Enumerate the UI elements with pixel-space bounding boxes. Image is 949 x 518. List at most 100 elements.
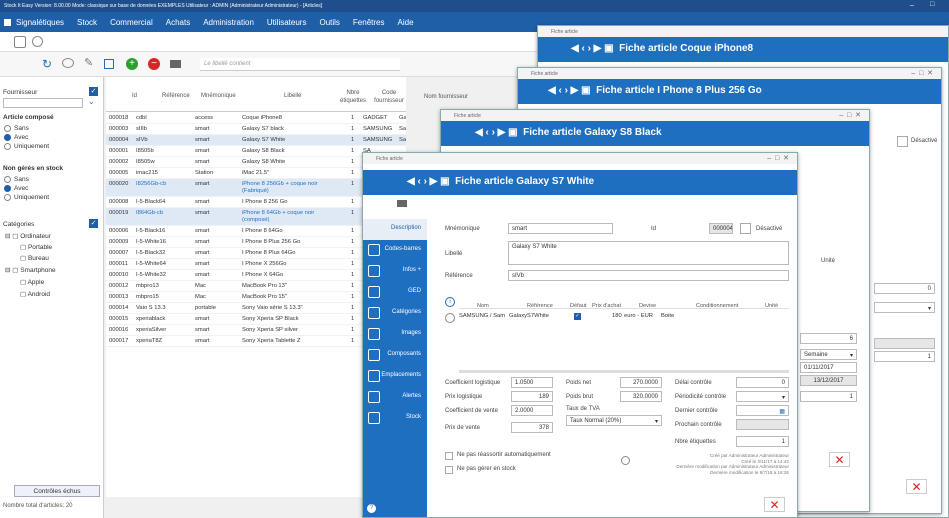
col-code-fournisseur[interactable]: Code fournisseur	[374, 89, 404, 105]
libelle-field[interactable]: Galaxy S7 White	[508, 241, 789, 265]
table-row[interactable]: 000013mbpro15MacMacBook Pro 15"1AP	[106, 292, 406, 303]
poids-brut-field[interactable]: 320.0000	[620, 391, 662, 402]
col-mnemonique[interactable]: Mnémonique	[201, 93, 236, 99]
window-controls[interactable]: – □ ✕	[767, 154, 789, 162]
stock-avec-radio[interactable]	[4, 185, 11, 192]
mnemonique-field[interactable]: smart	[508, 223, 613, 234]
col-id[interactable]: Id	[132, 93, 137, 99]
tab-infos[interactable]: Infos +	[363, 261, 427, 282]
one-field[interactable]: 1	[800, 391, 857, 402]
delete-icon[interactable]: −	[148, 58, 160, 70]
close-icon[interactable]: ✕	[764, 497, 785, 512]
duplicate-icon[interactable]	[104, 59, 114, 69]
col-libelle[interactable]: Libellé	[284, 93, 301, 99]
reassort-checkbox[interactable]	[445, 452, 453, 460]
tree-apple[interactable]: ▢ Apple	[20, 278, 44, 286]
close-icon[interactable]: ✕	[906, 479, 927, 494]
coef-log-field[interactable]: 1.0500	[511, 377, 553, 388]
desactive-checkbox[interactable]	[897, 136, 908, 147]
stock-uniquement-radio[interactable]	[4, 194, 11, 201]
desactive-checkbox[interactable]	[740, 223, 751, 234]
stock-sans-radio[interactable]	[4, 176, 11, 183]
table-row[interactable]: 000001 I8505b smart Galaxy S8 Black 1 SA	[106, 146, 406, 157]
compose-uniquement-radio[interactable]	[4, 143, 11, 150]
edit-icon[interactable]: ✎	[84, 56, 93, 69]
nbre-etiquettes-field[interactable]: 1	[736, 436, 789, 447]
tva-select[interactable]: Taux Normal (20%) ▾	[566, 415, 662, 426]
tab-images[interactable]: Images	[363, 324, 427, 345]
fournisseur-select[interactable]	[3, 98, 83, 108]
tab-alertes[interactable]: Alertes	[363, 387, 427, 408]
table-row[interactable]: 000008I-5-Black64smartI Phone 8 256 Go1A…	[106, 197, 406, 208]
window-controls[interactable]: – □ ✕	[911, 69, 933, 77]
date1-field[interactable]: 01/11/2017	[800, 362, 857, 373]
table-row[interactable]: 000003 sIIIb smart Galaxy S7 black 1 SAMSUNG S…	[106, 124, 406, 135]
table-row[interactable]: 000014 Vaio S 13.3 portable Sony Vaio série…	[106, 303, 406, 314]
menu-achats[interactable]: Achats	[166, 18, 190, 27]
col-nom-fournisseur[interactable]: Nom fournisseur	[424, 94, 468, 100]
print-icon[interactable]	[170, 60, 181, 68]
fournisseur-row[interactable]: SAMSUNG / Sam GalaxyS7White ✓ 180 euro -…	[459, 313, 789, 323]
tree-portable[interactable]: ▢ Portable	[20, 243, 52, 251]
fiche-window-galaxy-s7[interactable]: Fiche article – □ ✕ ◀ ‹ › ▶ ▣ Fiche arti…	[362, 152, 798, 518]
coef-vente-field[interactable]: 2.0000	[511, 405, 553, 416]
defaut-checkbox[interactable]: ✓	[574, 313, 581, 320]
table-row[interactable]: 000007 I-5-Black32 smart I Phone 8 Plus 64G…	[106, 248, 406, 259]
table-row[interactable]: 000020 I8256Gb-cb smart iPhone 8 256Gb + co…	[106, 179, 406, 197]
add-icon[interactable]: +	[126, 58, 138, 70]
tab-codes-barres[interactable]: Codes-barres	[363, 240, 427, 261]
menu-commercial[interactable]: Commercial	[110, 18, 153, 27]
compose-sans-radio[interactable]	[4, 125, 11, 132]
semaine-select[interactable]: Semaine ▾	[800, 349, 857, 360]
menu-utilisateurs[interactable]: Utilisateurs	[267, 18, 307, 27]
poids-net-field[interactable]: 270.0000	[620, 377, 662, 388]
tree-bureau[interactable]: ▢ Bureau	[20, 254, 49, 262]
prix-vente-field[interactable]: 378	[511, 422, 553, 433]
table-row[interactable]: 000012mbpro13MacMacBook Pro 13"1AP	[106, 281, 406, 292]
prix-log-field[interactable]: 189	[511, 391, 553, 402]
periodicite-select[interactable]: ▾	[736, 391, 789, 402]
categories-checkbox[interactable]: ✓	[89, 219, 98, 228]
close-icon[interactable]: ✕	[829, 452, 850, 467]
menu-signaletiques[interactable]: Signalétiques	[16, 18, 64, 27]
print-icon[interactable]	[397, 200, 407, 207]
table-row[interactable]: 000005imac215StationiMac 21.5"1AP	[106, 168, 406, 179]
dernier-date-field[interactable]: ▦	[736, 405, 789, 416]
table-row[interactable]: 000016 xperiaSilver smart Sony Xperia SP si…	[106, 325, 406, 336]
tree-android[interactable]: ▢ Android	[20, 290, 50, 298]
table-row[interactable]: 000011I-5-White64smartI Phone X 256Go1AP	[106, 259, 406, 270]
table-row[interactable]: 000002I8505wsmartGalaxy S8 White1SA	[106, 157, 406, 168]
qty-field[interactable]: 1	[874, 351, 935, 362]
fournisseurs-scrollbar[interactable]	[459, 370, 789, 373]
menu-administration[interactable]: Administration	[203, 18, 254, 27]
table-row[interactable]: 000015 xperiablack smart Sony Xperia SP Bla…	[106, 314, 406, 325]
stock-field[interactable]: 0	[874, 283, 935, 294]
col-nbre-etiquettes[interactable]: Nbre étiquettes	[338, 89, 368, 105]
compose-avec-radio[interactable]	[4, 134, 11, 141]
controles-echus-button[interactable]: Contrôles échus	[14, 485, 100, 497]
menu-fenetres[interactable]: Fenêtres	[353, 18, 385, 27]
fournisseur-checkbox[interactable]: ✓	[89, 87, 98, 96]
tab-description[interactable]: Description	[363, 219, 427, 240]
gerer-stock-checkbox[interactable]	[445, 466, 453, 474]
menu-outils[interactable]: Outils	[319, 18, 339, 27]
delai-field[interactable]: 0	[736, 377, 789, 388]
col-reference[interactable]: Référence	[162, 93, 190, 99]
table-row[interactable]: 000018 cdbl access Coque iPhone8 1 GADGET Gadg…	[106, 113, 406, 124]
refresh-icon[interactable]: ↻	[42, 57, 52, 71]
reference-field[interactable]: sIVb	[508, 270, 789, 281]
chevron-down-icon[interactable]: ⌄	[88, 97, 95, 106]
six-field[interactable]: 6	[800, 333, 857, 344]
table-row[interactable]: 000017 xperiaT8Z smart Sony Xperia Tablette…	[106, 336, 406, 347]
table-row[interactable]: 000004 sIVb smart Galaxy S7 White 1 SAMSUNG Sa…	[106, 135, 406, 146]
network-icon[interactable]	[14, 36, 26, 48]
minimize-icon[interactable]: –	[910, 2, 914, 9]
table-row[interactable]: 000009 I-5-White16 smart I Phone 8 Plus 256…	[106, 237, 406, 248]
table-row[interactable]: 000010I-5-White32smartI Phone X 64Go1AP	[106, 270, 406, 281]
tree-smartphone[interactable]: ⊟ ▢ Smartphone	[5, 266, 56, 274]
maximize-icon[interactable]: □	[930, 1, 934, 8]
table-row[interactable]: 000006I-5-Black16smartI Phone 8 64Go1AP	[106, 226, 406, 237]
tab-emplacements[interactable]: Emplacements	[363, 366, 427, 387]
menu-aide[interactable]: Aide	[398, 18, 414, 27]
search-input[interactable]: Le libellé contient	[200, 58, 400, 71]
